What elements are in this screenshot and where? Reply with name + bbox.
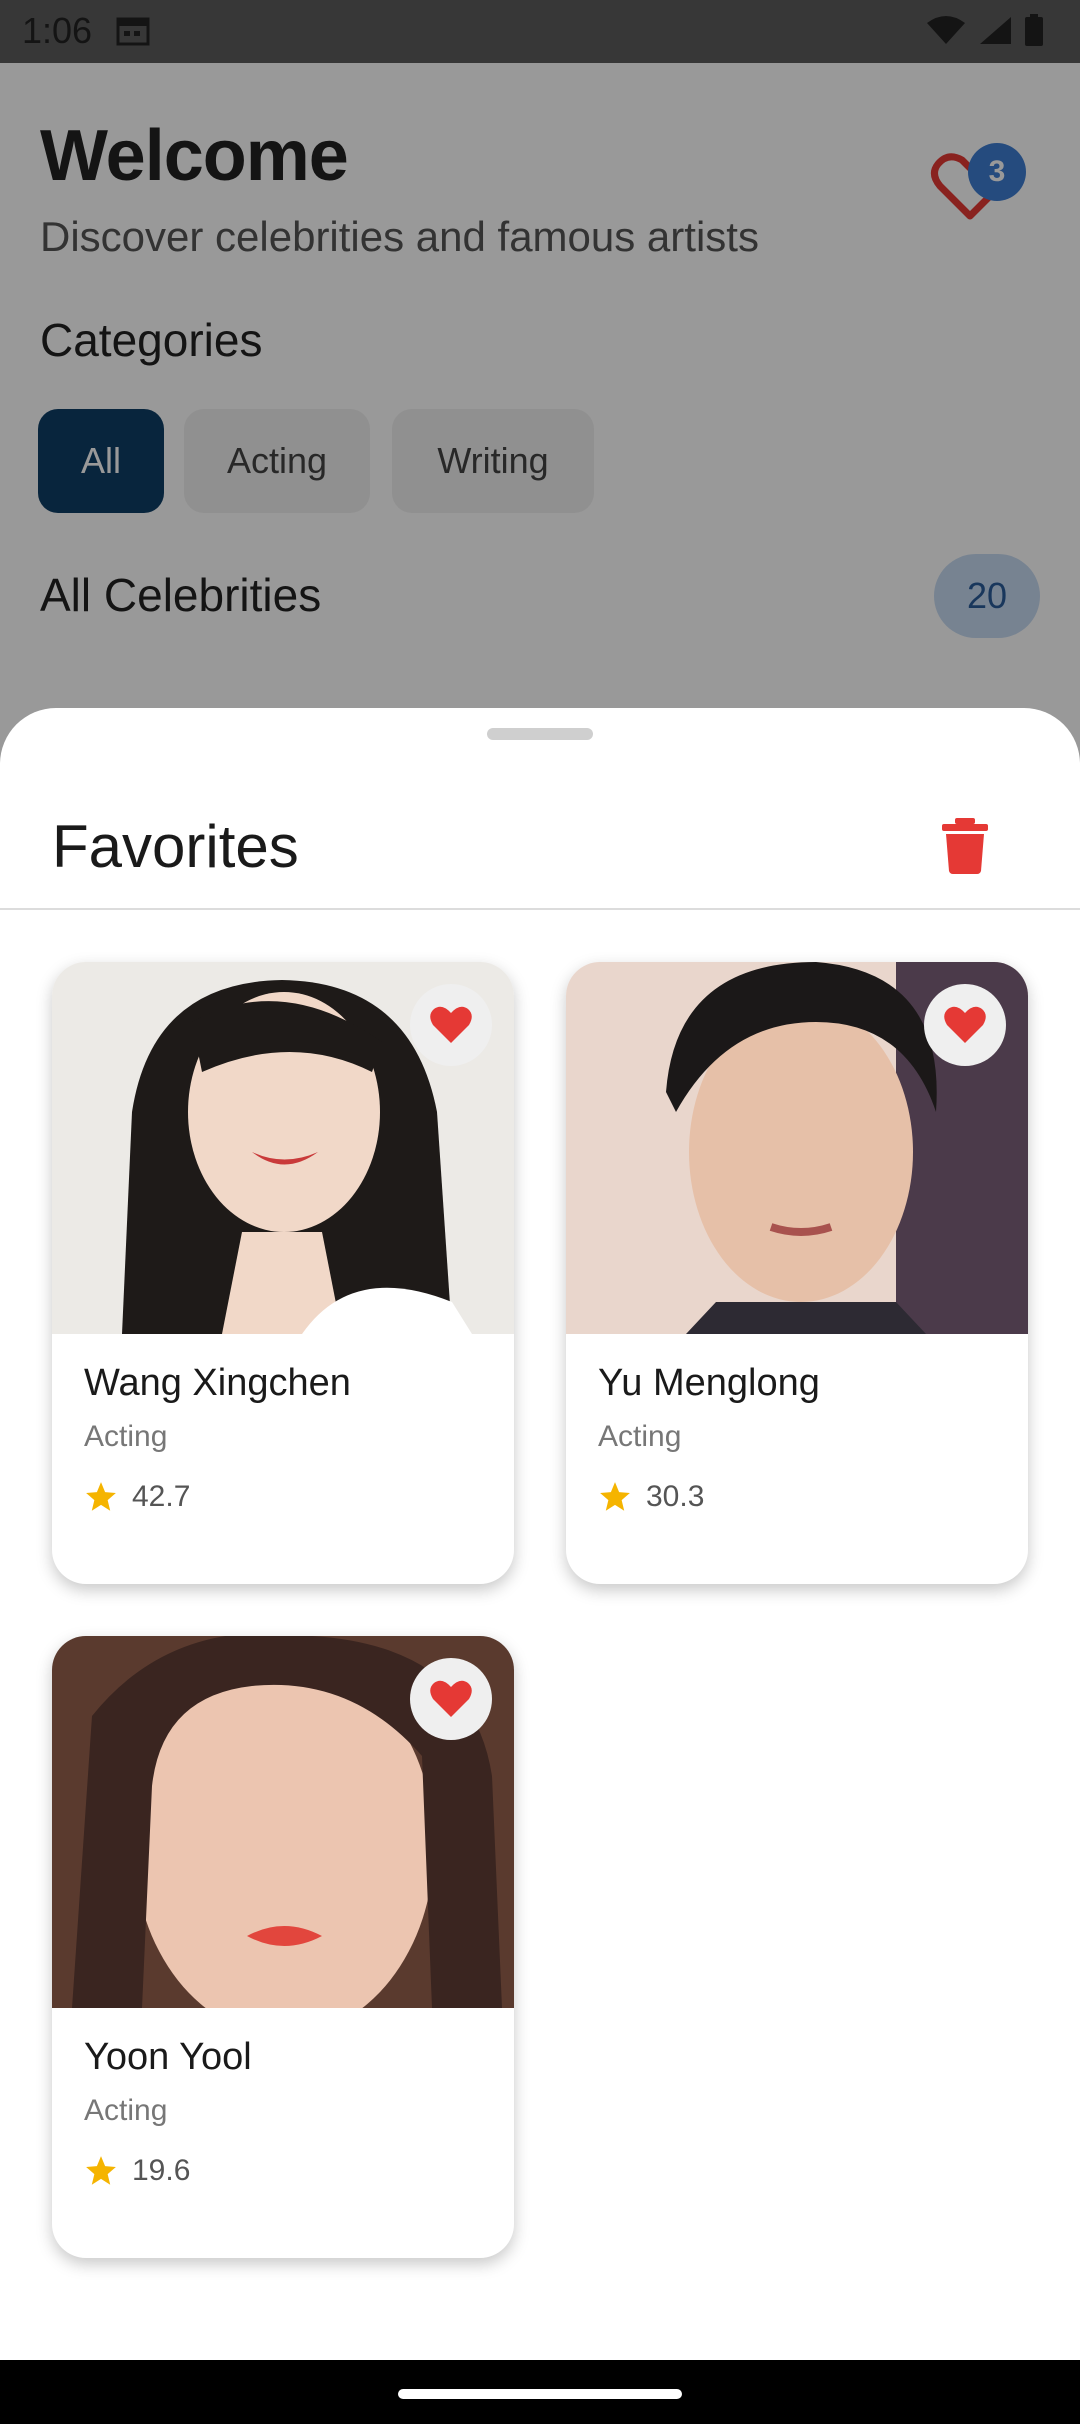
- favorite-heart-button[interactable]: [410, 1658, 492, 1740]
- sheet-divider: [0, 908, 1080, 910]
- heart-icon: [430, 1680, 472, 1717]
- home-gesture-handle[interactable]: [398, 2389, 682, 2399]
- favorite-card[interactable]: Yu Menglong Acting 30.3: [566, 962, 1028, 1584]
- favorite-card[interactable]: Yoon Yool Acting 19.6: [52, 1636, 514, 2258]
- celebrity-name: Yu Menglong: [598, 1362, 820, 1404]
- sheet-drag-handle[interactable]: [487, 728, 593, 740]
- celebrity-category: Acting: [84, 2094, 168, 2127]
- favorite-heart-button[interactable]: [410, 984, 492, 1066]
- heart-icon: [430, 1006, 472, 1043]
- celebrity-rating: 42.7: [84, 1480, 190, 1514]
- celebrity-name: Wang Xingchen: [84, 1362, 351, 1404]
- celebrity-category: Acting: [84, 1420, 168, 1453]
- celebrity-name: Yoon Yool: [84, 2036, 252, 2078]
- celebrity-category: Acting: [598, 1420, 682, 1453]
- sheet-title: Favorites: [52, 813, 299, 880]
- favorite-heart-button[interactable]: [924, 984, 1006, 1066]
- celebrity-rating: 30.3: [598, 1480, 704, 1514]
- rating-value: 19.6: [132, 2154, 191, 2187]
- celebrity-rating: 19.6: [84, 2154, 190, 2188]
- star-icon: [86, 2156, 116, 2185]
- rating-value: 30.3: [646, 1480, 705, 1513]
- favorite-card[interactable]: Wang Xingchen Acting 42.7: [52, 962, 514, 1584]
- trash-icon[interactable]: [940, 818, 990, 874]
- star-icon: [86, 1482, 116, 1511]
- navigation-bar: [0, 2360, 1080, 2424]
- star-icon: [600, 1482, 630, 1511]
- heart-icon: [944, 1006, 986, 1043]
- favorites-sheet: Favorites Wang Xingchen Acting 42.7 Yu M…: [0, 708, 1080, 2424]
- rating-value: 42.7: [132, 1480, 191, 1513]
